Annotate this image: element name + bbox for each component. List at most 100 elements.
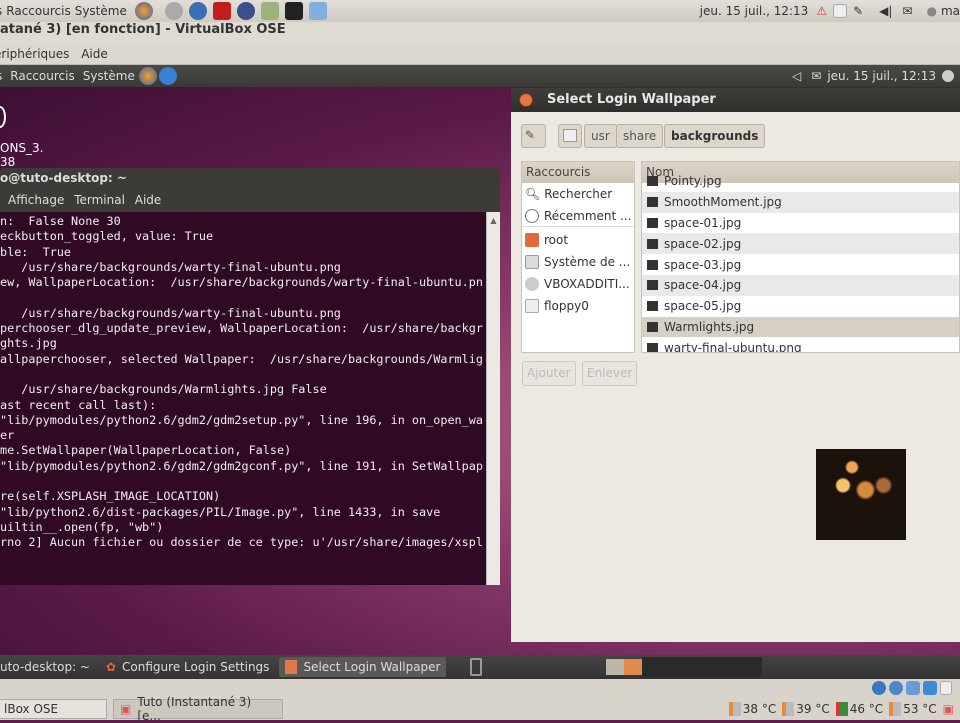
file-row[interactable]: space-03.jpg — [642, 254, 959, 275]
terminal-line: /usr/share/backgrounds/Warmlights.jpg Fa… — [0, 382, 327, 397]
menu-systeme[interactable]: Système — [75, 4, 127, 18]
close-icon[interactable] — [519, 93, 533, 107]
edit-location-button[interactable]: ✎ — [521, 124, 546, 148]
workspace-switcher[interactable] — [606, 659, 643, 675]
temp-value: 39 °C — [796, 702, 830, 716]
file-name: space-02.jpg — [664, 236, 742, 251]
wallpaper-preview — [816, 449, 906, 540]
shortcut-recent[interactable]: Récemment ... — [522, 205, 634, 227]
virtualbox-icon[interactable] — [308, 2, 327, 20]
shortcut-label: Rechercher — [544, 187, 613, 201]
firefox-icon[interactable] — [134, 2, 153, 20]
terminal-icon[interactable] — [284, 2, 303, 20]
guest-volume-icon[interactable]: ◁ — [792, 69, 801, 83]
thunderbird-icon[interactable] — [188, 2, 207, 20]
dialog-title: Select Login Wallpaper — [511, 88, 960, 112]
filezilla-icon[interactable] — [212, 2, 231, 20]
host-top-panel: s Raccourcis Système jeu. 15 juil., 12:1… — [0, 0, 960, 22]
temp-value: 38 °C — [742, 702, 777, 716]
window-icon[interactable] — [833, 4, 848, 18]
user-name[interactable]: ma — [941, 4, 960, 18]
terminal-line: ast recent call last): — [0, 397, 157, 412]
shortcut-root[interactable]: root — [522, 229, 634, 251]
shortcut-filesystem[interactable]: Système de ... — [522, 251, 634, 273]
mail-icon[interactable]: ✉ — [902, 4, 912, 18]
task-configure-login[interactable]: ✿ Configure Login Settings — [100, 657, 275, 677]
help-icon[interactable] — [164, 2, 183, 20]
display-icon[interactable] — [923, 681, 937, 695]
file-row[interactable]: space-05.jpg — [642, 296, 959, 317]
file-name: Warmlights.jpg — [664, 319, 755, 334]
warning-icon[interactable]: ⚠ — [816, 4, 827, 18]
host-task-vm[interactable]: ▣ Tuto (Instantané 3) [e... — [113, 695, 283, 723]
guest-help-icon[interactable] — [158, 67, 177, 85]
terminal-line: re(self.XSPLASH_IMAGE_LOCATION) — [0, 489, 221, 504]
clock-icon — [525, 208, 539, 223]
menu-applications[interactable]: s — [0, 4, 2, 18]
shortcut-vboxadditions[interactable]: VBOXADDITI... — [522, 273, 634, 295]
terminal-line: perchooser_dlg_update_preview, Wallpaper… — [0, 321, 483, 336]
guest-clock[interactable]: jeu. 15 juil., 12:13 — [827, 69, 936, 83]
temp-sensor-3[interactable]: 46 °C — [835, 702, 883, 716]
guest-menu-applications[interactable]: s — [0, 69, 2, 83]
guest-mail-icon[interactable]: ✉ — [811, 69, 821, 83]
image-file-icon — [647, 259, 658, 270]
path-backgrounds-button[interactable]: backgrounds — [664, 124, 766, 148]
vm-icon: ▣ — [120, 702, 132, 716]
task-label: Configure Login Settings — [122, 660, 270, 674]
path-root-button[interactable] — [558, 124, 582, 148]
host-clock[interactable]: jeu. 15 juil., 12:13 — [700, 4, 809, 18]
menu-affichage[interactable]: Affichage — [8, 193, 64, 207]
terminal-window: o@tuto-desktop: ~ Affichage Terminal Aid… — [0, 168, 500, 585]
mouse-integration-icon[interactable] — [940, 681, 952, 695]
menu-peripheriques[interactable]: ériphériques — [0, 47, 69, 61]
host-task-virtualbox[interactable]: lBox OSE — [0, 699, 107, 719]
trash-icon[interactable] — [470, 658, 483, 676]
volume-icon[interactable]: ◀| — [879, 4, 892, 18]
guest-firefox-icon[interactable] — [138, 67, 157, 85]
desktop-icon-label[interactable]: ONS_3. — [0, 141, 44, 155]
menu-raccourcis[interactable]: Raccourcis — [6, 4, 70, 18]
task-select-wallpaper[interactable]: Select Login Wallpaper — [279, 657, 447, 677]
temp-sensor-1[interactable]: 38 °C — [728, 702, 777, 716]
guest-session-icon[interactable] — [942, 70, 954, 82]
guest-menu-raccourcis[interactable]: Raccourcis — [10, 69, 74, 83]
guest-menu-systeme[interactable]: Système — [83, 69, 135, 83]
shortcut-label: Système de ... — [544, 255, 631, 269]
temp-sensor-4[interactable]: 53 °C — [889, 702, 937, 716]
shortcut-label: Récemment ... — [544, 208, 632, 223]
network-manager-icon[interactable]: ✎ — [853, 4, 863, 18]
menu-terminal-aide[interactable]: Aide — [135, 193, 162, 207]
remove-button[interactable]: Enlever — [582, 361, 638, 386]
usb-icon[interactable] — [889, 681, 903, 695]
workspace-switcher-empty[interactable] — [642, 657, 763, 677]
add-button[interactable]: Ajouter — [522, 361, 576, 386]
terminal-scrollbar[interactable]: ▲ — [486, 212, 500, 585]
terminal-output[interactable]: n: False None 30 eckbutton_toggled, value… — [0, 212, 486, 585]
path-share-button[interactable]: share — [616, 124, 664, 148]
network-icon[interactable] — [236, 2, 255, 20]
task-terminal[interactable]: uto-desktop: ~ — [0, 657, 96, 677]
network-status-icon[interactable] — [872, 681, 886, 695]
menu-terminal[interactable]: Terminal — [74, 193, 125, 207]
shortcut-floppy[interactable]: floppy0 — [522, 295, 634, 317]
path-usr-button[interactable]: usr — [584, 124, 617, 148]
file-row[interactable]: Pointy.jpg — [642, 171, 959, 192]
shortcut-search[interactable]: 🔍︎ Rechercher — [522, 183, 634, 205]
file-row[interactable]: SmoothMoment.jpg — [642, 191, 959, 213]
file-row[interactable]: space-01.jpg — [642, 213, 959, 234]
shared-folder-icon[interactable] — [906, 681, 920, 695]
terminal-line: me.SetWallpaper(WallpaperLocation, False… — [0, 443, 292, 458]
shortcut-label: VBOXADDITI... — [544, 277, 630, 291]
virtualbox-title: atané 3) [en fonction] - VirtualBox OSE — [0, 22, 960, 44]
menu-aide[interactable]: Aide — [81, 47, 108, 61]
file-row[interactable]: Warmlights.jpg — [642, 316, 959, 338]
temp-sensor-2[interactable]: 39 °C — [782, 702, 830, 716]
file-row[interactable]: warty-final-ubuntu.png — [642, 337, 959, 352]
vm-tray-icon[interactable]: ▣ — [943, 702, 954, 716]
users-icon[interactable] — [260, 2, 279, 20]
file-row[interactable]: space-04.jpg — [642, 274, 959, 296]
desktop-icon-label-2[interactable]: 38 — [0, 155, 15, 167]
file-row[interactable]: space-02.jpg — [642, 233, 959, 255]
